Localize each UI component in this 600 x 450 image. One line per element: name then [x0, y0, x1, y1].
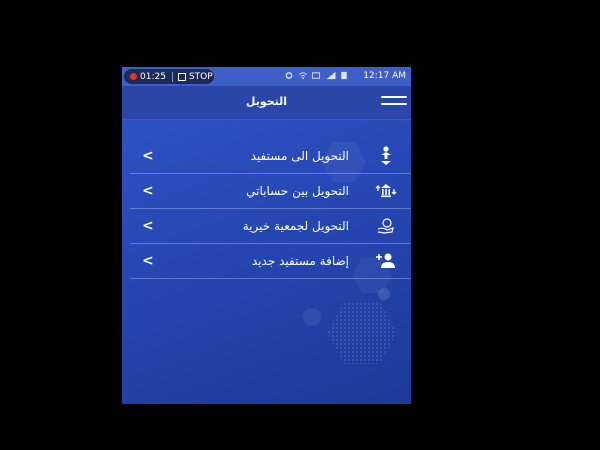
chevron-left-icon: <: [142, 253, 154, 269]
battery-icon: [341, 71, 347, 80]
decorative-circle-icon: [303, 308, 321, 326]
phone-screen: 01:25 STOP 12:17 AM التحويل < التحويل ال…: [122, 67, 411, 404]
screen-recorder-pill[interactable]: 01:25 STOP: [124, 69, 214, 84]
hamburger-menu-icon[interactable]: [381, 96, 407, 108]
charity-hand-icon: [377, 218, 394, 234]
menu-item-label: التحويل الى مستفيد: [250, 149, 349, 163]
app-bar: التحويل: [122, 86, 411, 120]
chevron-left-icon: <: [142, 183, 154, 199]
stop-square-icon: [177, 72, 186, 81]
menu-item-transfer-to-charity[interactable]: < التحويل لجمعية خيرية: [130, 209, 411, 244]
person-transfer-icon: [381, 146, 391, 165]
menu-item-transfer-between-accounts[interactable]: < التحويل بين حساباتي: [130, 174, 411, 209]
chevron-left-icon: <: [142, 148, 154, 164]
transfer-options-list: < التحويل الى مستفيد < التحويل بين حسابا…: [122, 139, 411, 279]
gear-icon: [285, 72, 293, 79]
status-bar: 01:25 STOP 12:17 AM: [122, 67, 411, 86]
add-user-icon: [376, 253, 395, 268]
signal-icon: [326, 71, 336, 80]
decorative-hexagon-large-icon: [327, 302, 397, 364]
wifi-icon: [298, 72, 307, 80]
menu-item-label: التحويل بين حساباتي: [246, 184, 349, 198]
menu-item-add-new-beneficiary[interactable]: < إضافة مستفيد جديد: [130, 244, 411, 279]
stop-button[interactable]: STOP: [189, 72, 213, 82]
status-icons: [284, 71, 348, 82]
recorder-divider: [171, 71, 173, 82]
menu-item-label: إضافة مستفيد جديد: [251, 254, 349, 268]
record-dot-icon: [130, 73, 137, 80]
record-time: 01:25: [140, 71, 166, 82]
decorative-circle-small-icon: [378, 288, 390, 300]
page-title: التحويل: [245, 95, 288, 108]
bank-transfer-icon: [375, 184, 397, 198]
chevron-left-icon: <: [142, 218, 154, 234]
menu-item-transfer-to-beneficiary[interactable]: < التحويل الى مستفيد: [130, 139, 411, 174]
status-time: 12:17 AM: [363, 71, 406, 81]
menu-item-label: التحويل لجمعية خيرية: [242, 219, 349, 233]
network-icon: [312, 72, 321, 79]
